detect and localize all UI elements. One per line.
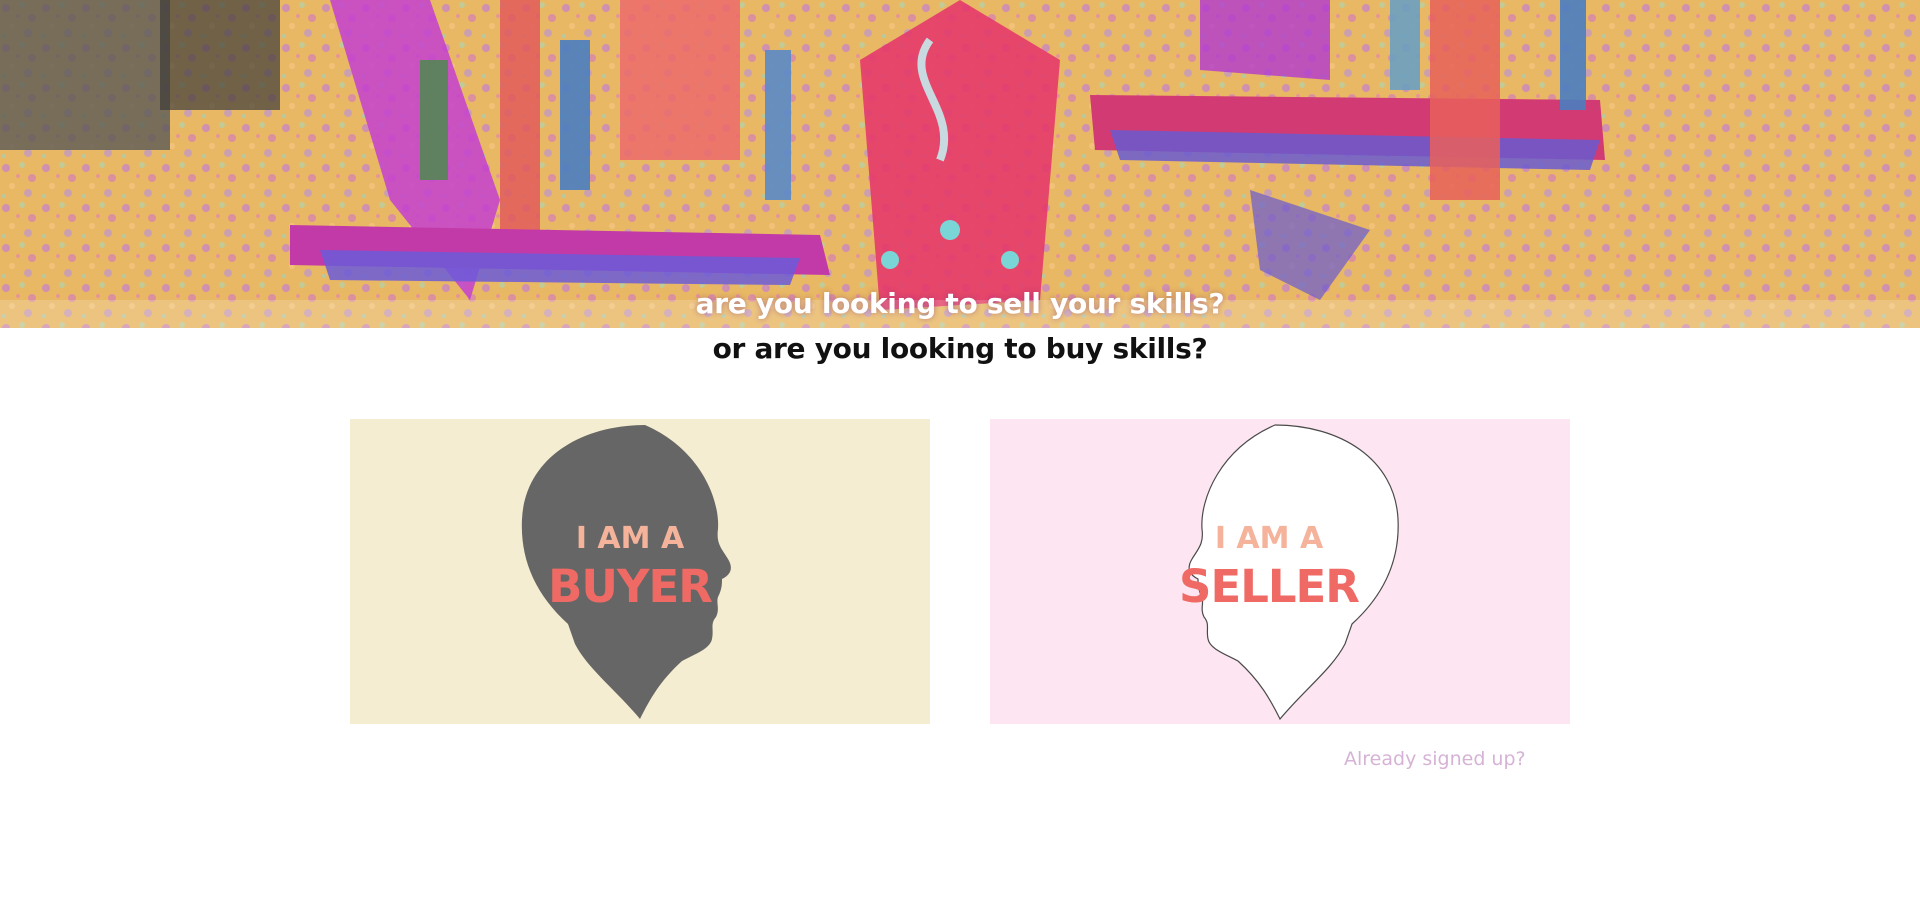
seller-card-prefix: I AM A	[1214, 521, 1324, 556]
question-sell-skills: are you looking to sell your skills?	[695, 287, 1225, 320]
already-signed-up-link[interactable]: Already signed up?	[1344, 748, 1526, 770]
hero-banner	[0, 0, 1920, 328]
buyer-option-card[interactable]: I AM A BUYER	[350, 419, 930, 724]
buyer-card-title: BUYER	[548, 560, 713, 613]
question-buy-skills: or are you looking to buy skills?	[712, 332, 1208, 365]
seller-option-card[interactable]: I AM A SELLER	[990, 419, 1570, 724]
page: are you looking to sell your skills? or …	[0, 0, 1920, 919]
hero-illustration	[0, 0, 1920, 328]
buyer-card-prefix: I AM A	[575, 521, 685, 556]
seller-card-title: SELLER	[1179, 560, 1360, 613]
